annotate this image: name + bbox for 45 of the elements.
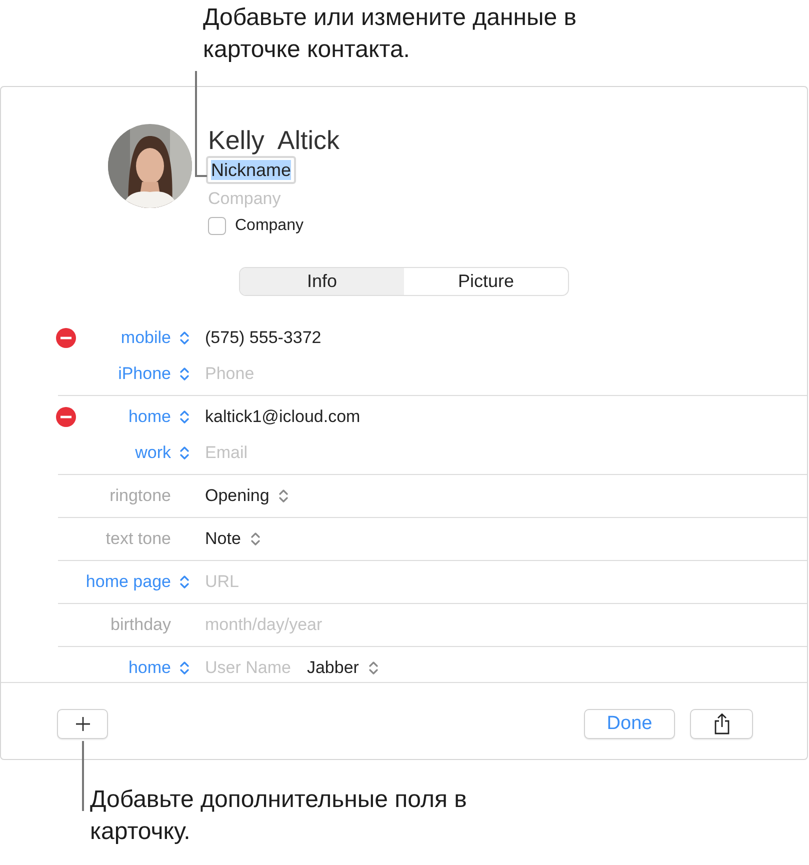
company-field[interactable]: Company (208, 187, 281, 211)
checkbox[interactable] (208, 217, 226, 235)
label-menu[interactable]: mobile (120, 328, 189, 348)
field-label: ringtone (110, 486, 171, 506)
input-field[interactable]: Email (205, 443, 248, 463)
value-menu[interactable]: Note (205, 529, 260, 549)
tab[interactable]: Picture (404, 268, 568, 295)
done-button[interactable]: Done (584, 709, 675, 739)
input-field[interactable]: month/day/year (205, 615, 322, 635)
name-text: Kelly Altick (208, 124, 340, 156)
field-label: birthday (110, 615, 171, 635)
share-icon (712, 713, 730, 735)
field-value[interactable]: (575) 555-3372 (205, 328, 322, 348)
remove-icon[interactable] (56, 328, 76, 348)
share-button[interactable] (690, 709, 753, 739)
label-menu[interactable]: home page (86, 572, 189, 592)
label-menu[interactable]: iPhone (118, 364, 189, 384)
input-field[interactable]: Phone (205, 364, 254, 384)
input-field[interactable]: User Name (205, 658, 291, 678)
chevron-icon (180, 367, 189, 381)
value-menu[interactable]: Opening (205, 486, 288, 506)
chevron-icon (368, 661, 378, 675)
chevron-icon (180, 661, 189, 675)
remove-icon[interactable] (56, 407, 76, 427)
chevron-icon (180, 575, 189, 589)
value-menu[interactable]: Jabber (306, 658, 378, 678)
label-menu[interactable]: home (128, 407, 189, 427)
checkbox-label: Company (235, 217, 304, 235)
field-label: text tone (106, 529, 171, 549)
field-value[interactable]: kaltick1@icloud.com (205, 407, 360, 427)
nickname-field[interactable]: Nickname (206, 156, 296, 184)
label-menu[interactable]: home (128, 658, 189, 678)
plus-icon (74, 716, 90, 732)
chevron-icon (180, 331, 189, 345)
input-field[interactable]: URL (205, 572, 240, 592)
label-menu[interactable]: work (135, 443, 189, 463)
callout-text: Добавьте дополнительные поля в карточку. (90, 785, 468, 847)
chevron-icon (180, 410, 189, 424)
leader-line (81, 741, 85, 811)
chevron-icon (250, 532, 260, 546)
chevron-icon (180, 446, 189, 460)
add-button[interactable] (57, 709, 108, 739)
callout-text: Добавьте или измените данные в карточке контакта. (203, 3, 578, 65)
tab[interactable]: Info (240, 268, 404, 295)
chevron-icon (279, 489, 288, 503)
